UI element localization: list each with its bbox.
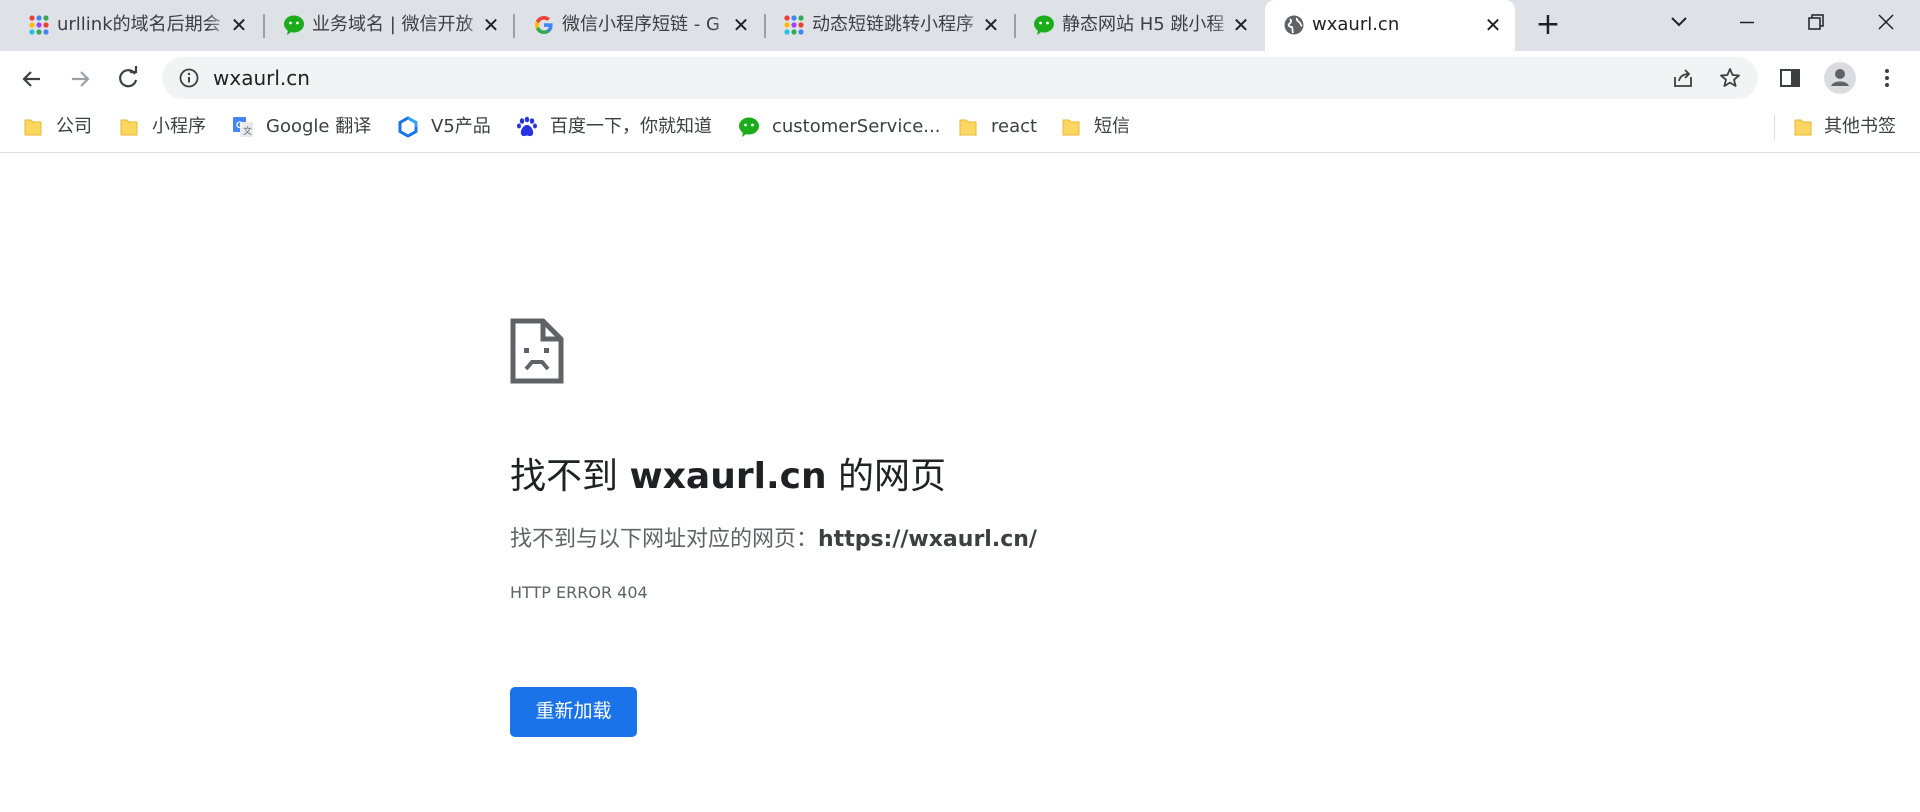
folder-icon (959, 119, 977, 136)
tab-close-button[interactable]: ✕ (730, 14, 752, 36)
baidu-icon (517, 116, 537, 137)
bookmark-label: 其他书签 (1824, 116, 1896, 137)
error-desc-text: 找不到与以下网址对应的网页： (510, 527, 819, 552)
grid-dots-icon (29, 15, 49, 35)
tab-title: 静态网站 H5 跳小程 (1062, 14, 1225, 35)
tab-1[interactable]: urllink的域名后期会 ✕ (10, 0, 260, 51)
forward-arrow-icon[interactable] (63, 62, 97, 96)
menu-kebab-icon[interactable] (1875, 66, 1899, 90)
bookmark-google-translate[interactable]: G 文 Google 翻译 (232, 113, 371, 141)
svg-text:文: 文 (243, 125, 252, 137)
wechat-icon (284, 15, 304, 35)
tab-2[interactable]: 业务域名 | 微信开放 ✕ (265, 0, 513, 51)
url-text[interactable]: wxaurl.cn (213, 65, 310, 91)
bookmark-customer-service[interactable]: customerService... (738, 113, 940, 141)
bookmark-v5-product[interactable]: V5产品 (397, 113, 491, 141)
google-translate-icon: G 文 (233, 117, 253, 137)
tab-close-button[interactable]: ✕ (980, 14, 1002, 36)
folder-icon (24, 119, 42, 136)
bookmark-label: 小程序 (152, 116, 206, 137)
bookmark-label: Google 翻译 (266, 116, 372, 137)
bookmark-label: 百度一下，你就知道 (550, 116, 712, 137)
tab-title: 业务域名 | 微信开放 (312, 14, 474, 35)
folder-icon (1794, 119, 1812, 136)
bookmark-folder-company[interactable]: 公司 (22, 113, 92, 141)
bookmark-label: customerService... (772, 116, 941, 137)
error-title: 找不到 wxaurl.cn 的网页 (510, 452, 946, 502)
profile-avatar-icon[interactable] (1823, 61, 1857, 95)
folder-icon (120, 119, 138, 136)
tab-5[interactable]: 静态网站 H5 跳小程 ✕ (1015, 0, 1265, 51)
error-description: 找不到与以下网址对应的网页：https://wxaurl.cn/ (510, 524, 1037, 556)
tab-6-active[interactable]: wxaurl.cn ✕ (1265, 0, 1515, 51)
wechat-icon (739, 117, 759, 137)
bookmark-label: react (991, 116, 1038, 137)
tab-strip: urllink的域名后期会 ✕ 业务域名 | 微信开放 ✕ 微信小程序短链 - … (0, 0, 1920, 51)
bookmark-label: 公司 (56, 116, 92, 137)
error-title-suffix: 的网页 (826, 456, 947, 497)
sad-page-icon (510, 318, 564, 384)
reload-button[interactable]: 重新加载 (510, 687, 637, 737)
error-title-host: wxaurl.cn (629, 456, 827, 497)
bookmark-label: V5产品 (431, 116, 491, 137)
tab-4[interactable]: 动态短链跳转小程序 ✕ (765, 0, 1015, 51)
share-icon[interactable] (1671, 66, 1695, 90)
tab-title: 微信小程序短链 - G (562, 14, 720, 35)
svg-text:G: G (236, 120, 243, 130)
bookmark-star-icon[interactable] (1718, 66, 1742, 90)
error-title-prefix: 找不到 (510, 456, 630, 497)
v5-logo-icon (398, 116, 418, 138)
error-desc-url: https://wxaurl.cn/ (818, 527, 1037, 552)
tab-close-button[interactable]: ✕ (1482, 14, 1504, 36)
tab-title: 动态短链跳转小程序 (812, 14, 974, 35)
error-code: HTTP ERROR 404 (510, 583, 648, 602)
bookmark-label: 短信 (1094, 116, 1130, 137)
globe-icon (1284, 15, 1304, 35)
bookmark-baidu[interactable]: 百度一下，你就知道 (516, 113, 712, 141)
bookmark-folder-sms[interactable]: 短信 (1060, 113, 1130, 141)
bookmarks-divider (1774, 115, 1775, 139)
minimize-icon[interactable] (1729, 8, 1765, 38)
tab-title: wxaurl.cn (1312, 14, 1400, 35)
reload-icon[interactable] (111, 62, 145, 96)
new-tab-button[interactable]: + (1533, 10, 1563, 41)
folder-icon (1062, 119, 1080, 136)
restore-icon[interactable] (1798, 8, 1834, 38)
grid-dots-icon (784, 15, 804, 35)
tab-3[interactable]: 微信小程序短链 - G ✕ (515, 0, 765, 51)
tab-close-button[interactable]: ✕ (1230, 14, 1252, 36)
back-arrow-icon[interactable] (15, 62, 49, 96)
tab-title: urllink的域名后期会 (57, 14, 221, 35)
side-panel-icon[interactable] (1778, 66, 1802, 90)
google-icon (535, 16, 553, 34)
bookmark-folder-react[interactable]: react (957, 113, 1037, 141)
bookmark-folder-miniprogram[interactable]: 小程序 (118, 113, 206, 141)
info-icon[interactable] (177, 66, 201, 90)
address-bar[interactable] (162, 57, 1758, 99)
wechat-icon (1034, 15, 1054, 35)
tab-close-button[interactable]: ✕ (228, 14, 250, 36)
bookmark-other-folder[interactable]: 其他书签 (1792, 113, 1896, 141)
tab-search-icon[interactable] (1661, 8, 1697, 38)
close-window-icon[interactable] (1868, 8, 1904, 38)
tab-close-button[interactable]: ✕ (480, 14, 502, 36)
